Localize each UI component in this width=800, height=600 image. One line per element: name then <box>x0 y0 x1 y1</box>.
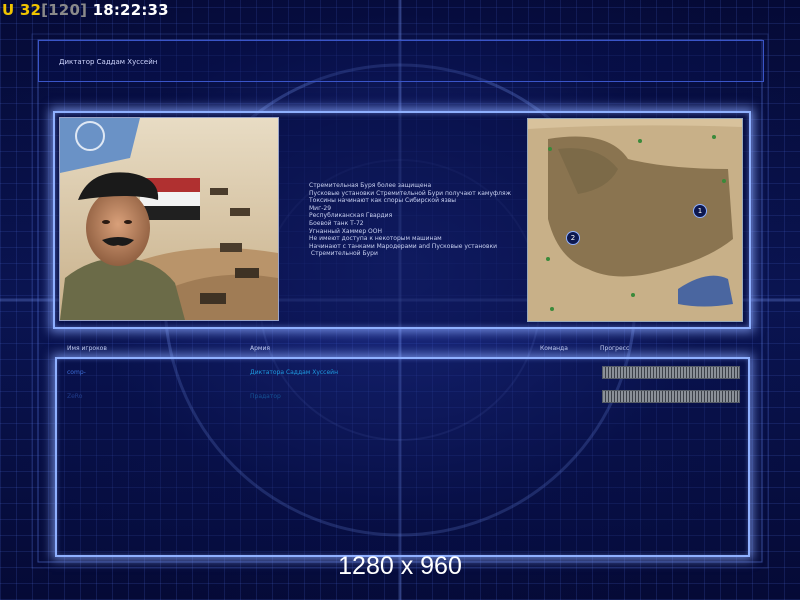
header-army: Армия <box>250 345 270 352</box>
players-panel <box>55 357 750 557</box>
header-player: Имя игроков <box>67 345 107 352</box>
header-progress: Прогресс <box>600 345 630 352</box>
saddam-portrait-icon <box>59 117 279 321</box>
fps-max: [120] <box>41 1 88 19</box>
resolution-overlay: 1280 x 960 <box>338 552 462 580</box>
clock: 18:22:33 <box>92 1 169 19</box>
player-army: Диктатора Саддам Хуссейн <box>250 369 338 376</box>
player-progress-bar <box>602 366 740 379</box>
hud-prefix: U <box>2 1 15 19</box>
fps-counter: U 32[120] 18:22:33 <box>2 1 169 19</box>
player-progress-bar <box>602 390 740 403</box>
mission-title: Диктатор Саддам Хуссейн <box>59 58 158 66</box>
player-name: ZeRo <box>67 393 83 400</box>
start-position-1[interactable]: 1 <box>693 204 707 218</box>
mission-description: Стремительная Буря более защищена Пусков… <box>309 182 511 258</box>
progress-fill <box>603 367 739 378</box>
start-position-2[interactable]: 2 <box>566 231 580 245</box>
player-army: Прадатор <box>250 393 281 400</box>
player-name: comp- <box>67 369 86 376</box>
desert-map-preview-icon[interactable]: 1 2 <box>527 118 743 322</box>
fps-value: 32 <box>19 1 42 19</box>
progress-fill <box>603 391 739 402</box>
header-team: Команда <box>540 345 568 352</box>
